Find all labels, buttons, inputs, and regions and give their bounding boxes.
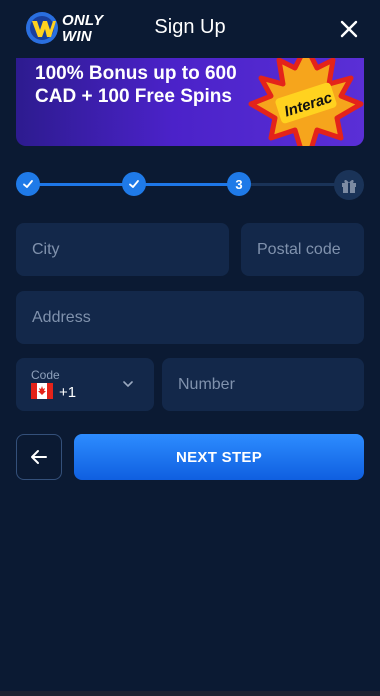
- arrow-left-icon: [31, 450, 47, 464]
- step-connector: [250, 183, 336, 186]
- close-icon: [340, 20, 358, 38]
- maple-leaf-badge-icon: Interac: [248, 58, 364, 146]
- promo-banner[interactable]: 100% Bonus up to 600 CAD + 100 Free Spin…: [16, 58, 364, 146]
- promo-text: 100% Bonus up to 600 CAD + 100 Free Spin…: [35, 63, 237, 107]
- city-field[interactable]: City: [16, 223, 229, 276]
- check-icon: [129, 180, 139, 188]
- phone-code-label: Code: [31, 368, 60, 382]
- phone-code-value: +1: [59, 384, 77, 401]
- next-step-button[interactable]: NEXT STEP: [74, 434, 364, 480]
- progress-stepper: 3: [16, 170, 364, 200]
- page-title: Sign Up: [154, 16, 226, 38]
- step-3-current: 3: [227, 172, 251, 196]
- chevron-down-icon: [123, 381, 133, 388]
- phone-number-placeholder: Number: [178, 375, 235, 393]
- address-field[interactable]: Address: [16, 291, 364, 344]
- postal-code-field[interactable]: Postal code: [241, 223, 364, 276]
- header: ONLY WIN Sign Up: [0, 0, 380, 58]
- check-icon: [23, 180, 33, 188]
- step-2-done: [122, 172, 146, 196]
- step-1-done: [16, 172, 40, 196]
- gift-icon: [342, 179, 356, 193]
- address-placeholder: Address: [32, 308, 91, 326]
- back-button[interactable]: [16, 434, 62, 480]
- step-4-bonus: [334, 170, 364, 200]
- postal-code-placeholder: Postal code: [257, 240, 341, 258]
- close-button[interactable]: [334, 14, 364, 44]
- phone-code-select[interactable]: Code +1: [16, 358, 154, 411]
- bottom-edge: [0, 691, 380, 696]
- phone-number-field[interactable]: Number: [162, 358, 364, 411]
- city-placeholder: City: [32, 240, 60, 258]
- canada-flag-icon: [31, 383, 53, 399]
